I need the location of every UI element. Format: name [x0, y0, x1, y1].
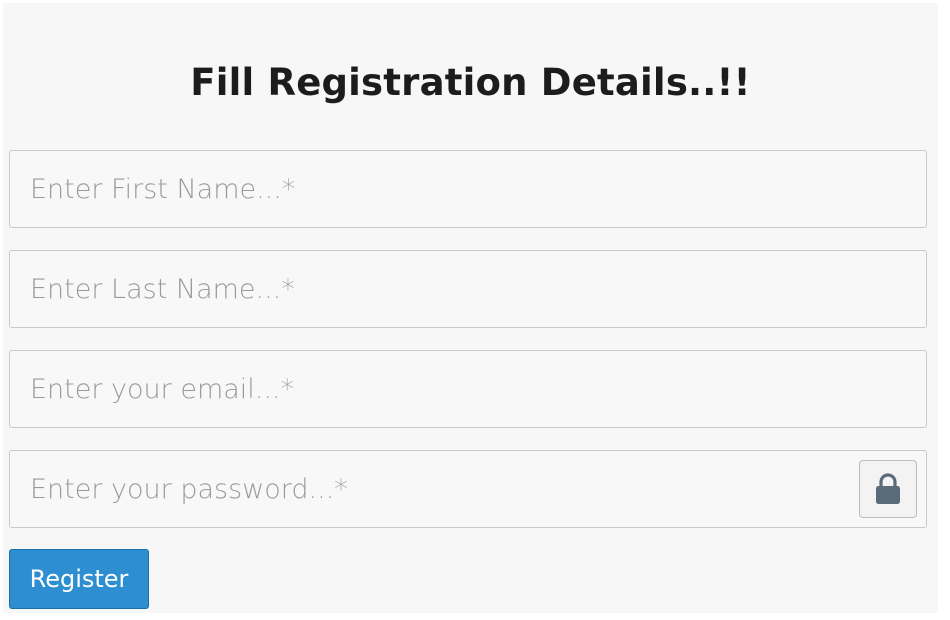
email-input[interactable]	[10, 351, 926, 427]
first-name-field-wrapper	[9, 150, 927, 228]
password-lock-button[interactable]	[859, 460, 917, 518]
register-button[interactable]: Register	[9, 549, 149, 609]
form-title: Fill Registration Details..!!	[190, 61, 751, 104]
last-name-input[interactable]	[10, 251, 926, 327]
password-input[interactable]	[10, 451, 850, 527]
password-field-wrapper	[9, 450, 927, 528]
first-name-input[interactable]	[10, 151, 926, 227]
email-field-wrapper	[9, 350, 927, 428]
lock-icon	[876, 473, 900, 504]
registration-panel: Fill Registration Details..!! Register	[3, 3, 938, 613]
last-name-field-wrapper	[9, 250, 927, 328]
